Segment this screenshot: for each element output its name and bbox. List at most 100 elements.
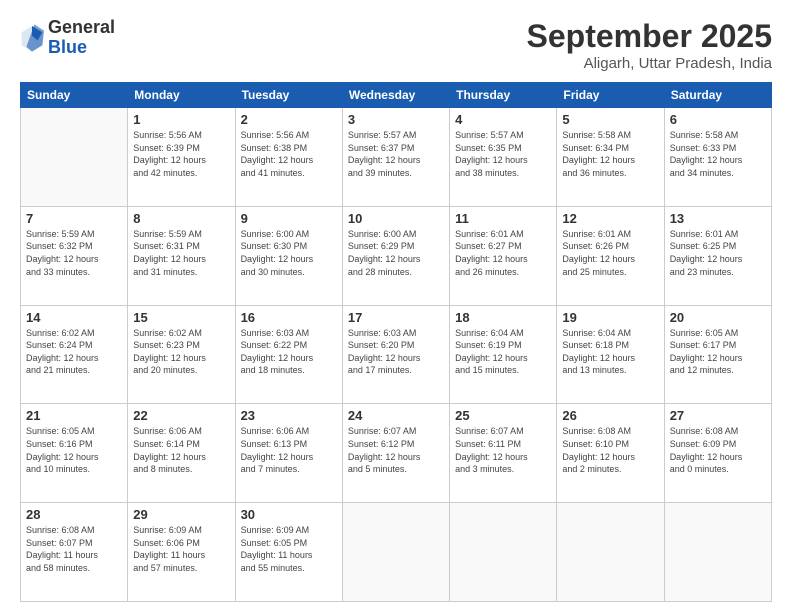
cell-info: Sunrise: 6:09 AMSunset: 6:05 PMDaylight:… [241, 524, 337, 574]
calendar-cell: 27 Sunrise: 6:08 AMSunset: 6:09 PMDayligh… [664, 404, 771, 503]
day-number: 25 [455, 408, 551, 423]
cell-info: Sunrise: 6:08 AMSunset: 6:09 PMDaylight:… [670, 425, 766, 475]
calendar-cell: 10 Sunrise: 6:00 AMSunset: 6:29 PMDayligh… [342, 206, 449, 305]
calendar-cell: 15Sunrise: 6:02 AMSunset: 6:23 PMDayligh… [128, 305, 235, 404]
logo-icon [20, 24, 44, 52]
calendar-cell: 28 Sunrise: 6:08 AMSunset: 6:07 PMDayligh… [21, 503, 128, 602]
day-number: 11 [455, 211, 551, 226]
cell-info: Sunrise: 6:06 AMSunset: 6:13 PMDaylight:… [241, 425, 337, 475]
calendar-cell: 6Sunrise: 5:58 AMSunset: 6:33 PMDaylight… [664, 108, 771, 207]
day-number: 30 [241, 507, 337, 522]
cell-info: Sunrise: 6:07 AMSunset: 6:12 PMDaylight:… [348, 425, 444, 475]
calendar-cell: 18 Sunrise: 6:04 AMSunset: 6:19 PMDayligh… [450, 305, 557, 404]
logo-text: General Blue [48, 18, 115, 58]
day-number: 1 [133, 112, 229, 127]
day-number: 17 [348, 310, 444, 325]
calendar-cell: 8 Sunrise: 5:59 AMSunset: 6:31 PMDaylight… [128, 206, 235, 305]
cell-info: Sunrise: 6:01 AMSunset: 6:25 PMDaylight:… [670, 228, 766, 278]
calendar-week-1: 1 Sunrise: 5:56 AMSunset: 6:39 PMDaylight… [21, 108, 772, 207]
day-number: 8 [133, 211, 229, 226]
calendar-cell: 9 Sunrise: 6:00 AMSunset: 6:30 PMDaylight… [235, 206, 342, 305]
calendar-table: SundayMondayTuesdayWednesdayThursdayFrid… [20, 82, 772, 602]
calendar-cell: 29 Sunrise: 6:09 AMSunset: 6:06 PMDayligh… [128, 503, 235, 602]
cell-info: Sunrise: 6:03 AMSunset: 6:22 PMDaylight:… [241, 327, 337, 377]
weekday-header-monday: Monday [128, 83, 235, 108]
calendar-week-5: 28 Sunrise: 6:08 AMSunset: 6:07 PMDayligh… [21, 503, 772, 602]
calendar-cell [21, 108, 128, 207]
weekday-header-sunday: Sunday [21, 83, 128, 108]
day-number: 23 [241, 408, 337, 423]
weekday-header-row: SundayMondayTuesdayWednesdayThursdayFrid… [21, 83, 772, 108]
cell-info: Sunrise: 6:09 AMSunset: 6:06 PMDaylight:… [133, 524, 229, 574]
calendar-cell: 16Sunrise: 6:03 AMSunset: 6:22 PMDayligh… [235, 305, 342, 404]
weekday-header-tuesday: Tuesday [235, 83, 342, 108]
day-number: 22 [133, 408, 229, 423]
cell-info: Sunrise: 5:56 AMSunset: 6:39 PMDaylight:… [133, 129, 229, 179]
calendar-header: SundayMondayTuesdayWednesdayThursdayFrid… [21, 83, 772, 108]
cell-info: Sunrise: 6:00 AMSunset: 6:30 PMDaylight:… [241, 228, 337, 278]
calendar-cell: 14 Sunrise: 6:02 AMSunset: 6:24 PMDayligh… [21, 305, 128, 404]
cell-info: Sunrise: 5:59 AMSunset: 6:31 PMDaylight:… [133, 228, 229, 278]
calendar-body: 1 Sunrise: 5:56 AMSunset: 6:39 PMDaylight… [21, 108, 772, 602]
day-number: 15 [133, 310, 229, 325]
cell-info: Sunrise: 6:04 AMSunset: 6:19 PMDaylight:… [455, 327, 551, 377]
cell-info: Sunrise: 5:57 AMSunset: 6:35 PMDaylight:… [455, 129, 551, 179]
day-number: 29 [133, 507, 229, 522]
cell-info: Sunrise: 6:04 AMSunset: 6:18 PMDaylight:… [562, 327, 658, 377]
calendar-cell: 17Sunrise: 6:03 AMSunset: 6:20 PMDayligh… [342, 305, 449, 404]
calendar-week-3: 14 Sunrise: 6:02 AMSunset: 6:24 PMDayligh… [21, 305, 772, 404]
cell-info: Sunrise: 6:05 AMSunset: 6:17 PMDaylight:… [670, 327, 766, 377]
calendar-cell: 19Sunrise: 6:04 AMSunset: 6:18 PMDayligh… [557, 305, 664, 404]
calendar-cell: 1 Sunrise: 5:56 AMSunset: 6:39 PMDaylight… [128, 108, 235, 207]
cell-info: Sunrise: 6:08 AMSunset: 6:07 PMDaylight:… [26, 524, 122, 574]
calendar-cell: 2 Sunrise: 5:56 AMSunset: 6:38 PMDaylight… [235, 108, 342, 207]
day-number: 12 [562, 211, 658, 226]
weekday-header-wednesday: Wednesday [342, 83, 449, 108]
day-number: 9 [241, 211, 337, 226]
calendar-cell: 12 Sunrise: 6:01 AMSunset: 6:26 PMDayligh… [557, 206, 664, 305]
logo: General Blue [20, 18, 115, 58]
calendar-cell: 11 Sunrise: 6:01 AMSunset: 6:27 PMDayligh… [450, 206, 557, 305]
cell-info: Sunrise: 6:06 AMSunset: 6:14 PMDaylight:… [133, 425, 229, 475]
day-number: 2 [241, 112, 337, 127]
day-number: 26 [562, 408, 658, 423]
cell-info: Sunrise: 6:01 AMSunset: 6:27 PMDaylight:… [455, 228, 551, 278]
cell-info: Sunrise: 6:02 AMSunset: 6:24 PMDaylight:… [26, 327, 122, 377]
calendar-cell: 7Sunrise: 5:59 AMSunset: 6:32 PMDaylight… [21, 206, 128, 305]
day-number: 14 [26, 310, 122, 325]
calendar-cell [450, 503, 557, 602]
calendar-week-4: 21 Sunrise: 6:05 AMSunset: 6:16 PMDayligh… [21, 404, 772, 503]
header: General Blue September 2025 Aligarh, Utt… [20, 18, 772, 72]
cell-info: Sunrise: 6:01 AMSunset: 6:26 PMDaylight:… [562, 228, 658, 278]
calendar-week-2: 7Sunrise: 5:59 AMSunset: 6:32 PMDaylight… [21, 206, 772, 305]
calendar-cell [557, 503, 664, 602]
logo-blue-text: Blue [48, 38, 115, 58]
calendar-cell [342, 503, 449, 602]
day-number: 20 [670, 310, 766, 325]
day-number: 10 [348, 211, 444, 226]
weekday-header-saturday: Saturday [664, 83, 771, 108]
cell-info: Sunrise: 6:05 AMSunset: 6:16 PMDaylight:… [26, 425, 122, 475]
cell-info: Sunrise: 5:59 AMSunset: 6:32 PMDaylight:… [26, 228, 122, 278]
cell-info: Sunrise: 6:00 AMSunset: 6:29 PMDaylight:… [348, 228, 444, 278]
day-number: 28 [26, 507, 122, 522]
day-number: 18 [455, 310, 551, 325]
calendar-cell: 26Sunrise: 6:08 AMSunset: 6:10 PMDayligh… [557, 404, 664, 503]
title-area: September 2025 Aligarh, Uttar Pradesh, I… [527, 18, 772, 72]
cell-info: Sunrise: 5:57 AMSunset: 6:37 PMDaylight:… [348, 129, 444, 179]
calendar-cell: 20 Sunrise: 6:05 AMSunset: 6:17 PMDayligh… [664, 305, 771, 404]
day-number: 21 [26, 408, 122, 423]
logo-general-text: General [48, 18, 115, 38]
calendar-cell [664, 503, 771, 602]
day-number: 6 [670, 112, 766, 127]
month-title: September 2025 [527, 18, 772, 55]
day-number: 13 [670, 211, 766, 226]
calendar-cell: 22 Sunrise: 6:06 AMSunset: 6:14 PMDayligh… [128, 404, 235, 503]
calendar-cell: 13 Sunrise: 6:01 AMSunset: 6:25 PMDayligh… [664, 206, 771, 305]
calendar-cell: 3Sunrise: 5:57 AMSunset: 6:37 PMDaylight… [342, 108, 449, 207]
cell-info: Sunrise: 5:56 AMSunset: 6:38 PMDaylight:… [241, 129, 337, 179]
day-number: 27 [670, 408, 766, 423]
weekday-header-thursday: Thursday [450, 83, 557, 108]
calendar-cell: 4Sunrise: 5:57 AMSunset: 6:35 PMDaylight… [450, 108, 557, 207]
day-number: 5 [562, 112, 658, 127]
